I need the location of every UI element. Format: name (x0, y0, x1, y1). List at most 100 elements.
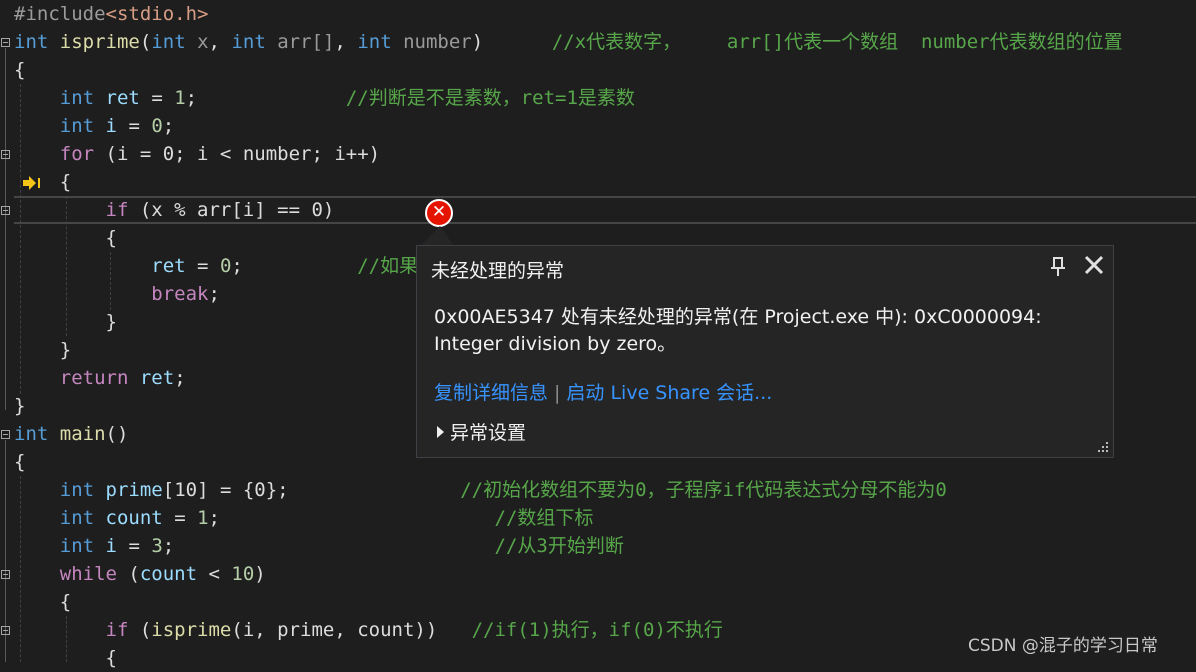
code-line-20: int i = 3; //从3开始判断 (59, 535, 624, 557)
fold-toggle-isprime[interactable] (1, 38, 10, 47)
code-line-23: if (isprime(i, prime, count)) //if(1)执行，… (105, 619, 723, 641)
copy-details-link[interactable]: 复制详细信息 (434, 382, 548, 404)
brace: { (14, 451, 26, 473)
code-line-7: { (14, 168, 71, 196)
brace: { (105, 227, 117, 249)
close-icon[interactable] (1083, 254, 1105, 276)
identifier: prime (105, 479, 163, 501)
parens: () (105, 423, 129, 445)
exception-settings-toggle[interactable]: 异常设置 (437, 418, 526, 445)
number: 1 (197, 507, 209, 529)
param: arr[] (277, 31, 335, 53)
number: 0 (151, 115, 163, 137)
keyword: int (151, 31, 186, 53)
keyword: int (59, 87, 95, 109)
keyword: int (14, 423, 49, 445)
keyword: int (59, 535, 95, 557)
brace: } (105, 311, 117, 333)
identifier: count (139, 563, 198, 585)
code-line-21: while (count < 10) (59, 563, 266, 585)
identifier: count (105, 507, 163, 529)
include-file: <stdio.h> (105, 3, 209, 25)
number: 3 (151, 535, 163, 557)
code-line-15: } (14, 392, 25, 420)
identifier: ret (151, 255, 186, 277)
function-name: main (59, 423, 106, 445)
code-line-18: int prime[10] = {0}; //初始化数组不要为0，子程序if代码… (14, 476, 947, 504)
popup-title: 未经处理的异常 (431, 260, 565, 282)
brace: { (59, 171, 72, 193)
code-line-10: ret = 0; //如果 (151, 255, 419, 277)
code-line-16: int main() (14, 420, 128, 448)
error-icon[interactable]: ✕ (425, 199, 453, 227)
keyword: int (14, 31, 49, 53)
keyword: break (151, 283, 209, 305)
code-line-22: { (14, 588, 71, 616)
keyword: int (357, 31, 392, 53)
keyword: int (59, 115, 95, 137)
function-name: isprime (151, 619, 232, 641)
fold-toggle-for[interactable] (1, 150, 10, 159)
identifier: i (105, 115, 117, 137)
brace: { (59, 591, 72, 613)
number: 1 (174, 87, 186, 109)
keyword: int (59, 507, 95, 529)
function-name: isprime (59, 31, 140, 53)
brace: } (59, 339, 72, 361)
code-line-24: { (14, 644, 117, 672)
code-line-19: int count = 1; //数组下标 (59, 507, 594, 529)
keyword: while (59, 563, 117, 585)
code-line-17: { (14, 448, 25, 476)
code-line-13: } (14, 336, 71, 364)
keyword: if (105, 199, 129, 221)
keyword: int (59, 479, 95, 501)
expand-triangle-icon (437, 426, 444, 438)
brace: } (14, 395, 26, 417)
exception-message: 0x00AE5347 处有未经处理的异常(在 Project.exe 中): 0… (434, 306, 1042, 355)
link-separator: | (554, 382, 561, 404)
keyword: for (59, 143, 95, 165)
resize-grip-icon[interactable] (1097, 441, 1109, 453)
exception-settings-label: 异常设置 (450, 422, 527, 444)
if-condition: (x % arr[i] == 0) (139, 199, 335, 221)
pin-icon[interactable] (1049, 256, 1067, 278)
watermark: CSDN @混子的学习日常 (968, 636, 1158, 656)
comment: //x代表数字， arr[]代表一个数组 number代表数组的位置 (551, 31, 1123, 53)
code-line-9: { (14, 224, 117, 252)
code-line-14: return ret; (59, 367, 186, 389)
brace: { (105, 647, 117, 669)
code-line-11: break; (151, 283, 220, 305)
code-line-4: int ret = 1; //判断是不是素数，ret=1是素数 (59, 87, 635, 109)
initializer: [10] = {0}; (162, 479, 289, 501)
outline-line (5, 48, 6, 410)
fold-toggle-if2[interactable] (1, 626, 10, 635)
code-line-5: int i = 0; (59, 115, 175, 137)
identifier: ret (139, 367, 175, 389)
number: 0 (219, 255, 232, 277)
code-line-2: int isprime(int x, int arr[], int number… (14, 31, 1123, 53)
code-line-12: } (14, 308, 117, 336)
live-share-link[interactable]: 启动 Live Share 会话... (566, 382, 772, 404)
brace: { (14, 59, 26, 81)
comment: //数组下标 (494, 507, 594, 529)
keyword: int (231, 31, 266, 53)
preprocessor: #include (14, 3, 106, 25)
comment: //如果 (357, 255, 419, 277)
keyword: if (105, 619, 129, 641)
popup-pointer (420, 226, 454, 246)
fold-toggle-while[interactable] (1, 570, 10, 579)
number: 10 (231, 563, 255, 585)
param: number (403, 31, 472, 53)
comment: //初始化数组不要为0，子程序if代码表达式分母不能为0 (460, 479, 947, 501)
for-header: (i = 0; i < number; i++) (105, 143, 381, 165)
comment: //从3开始判断 (494, 535, 624, 557)
popup-links: 复制详细信息 | 启动 Live Share 会话... (434, 378, 772, 405)
code-line-8: if (x % arr[i] == 0) (14, 196, 335, 224)
param: x (197, 31, 209, 53)
code-line-1: #include<stdio.h> (14, 0, 208, 28)
fold-toggle-if[interactable] (1, 206, 10, 215)
fold-toggle-main[interactable] (1, 430, 10, 439)
comment: //if(1)执行，if(0)不执行 (471, 619, 723, 641)
identifier: ret (105, 87, 140, 109)
exception-popup: 未经处理的异常 0x00AE5347 处有未经处理的异常(在 Project.e… (416, 245, 1114, 458)
